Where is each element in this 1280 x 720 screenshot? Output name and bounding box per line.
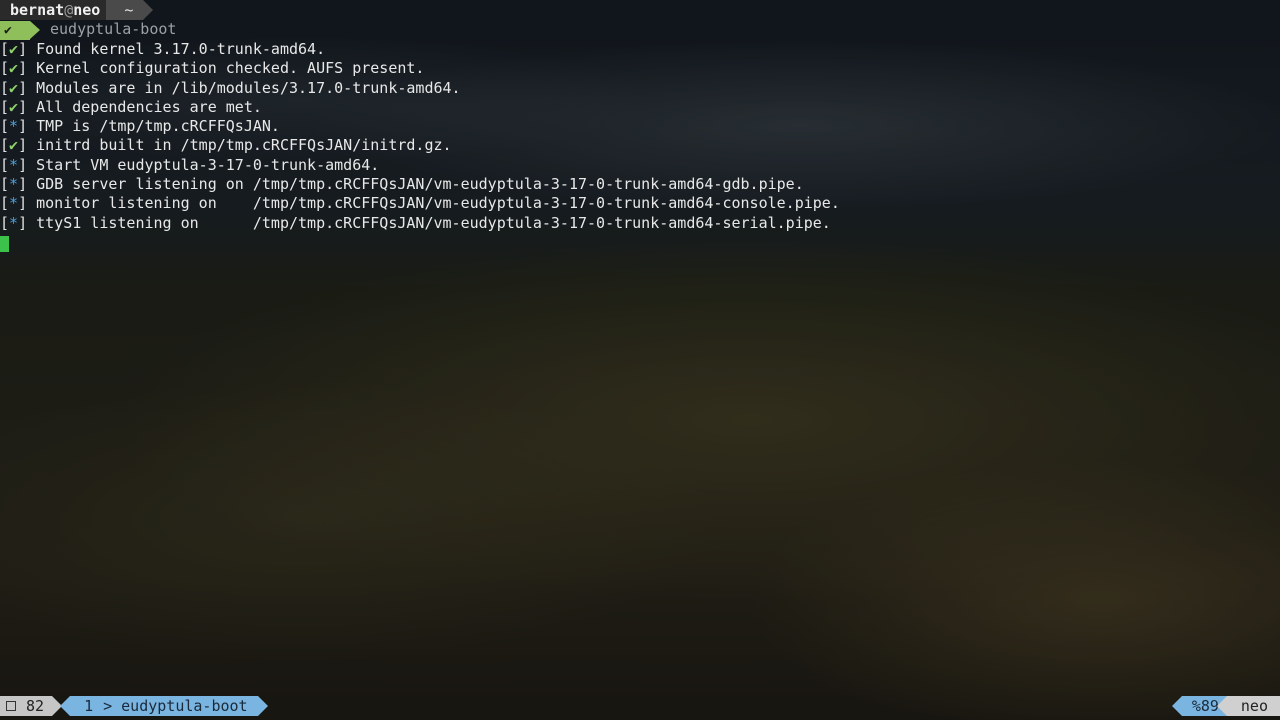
status-bracket-close: ] [18,97,37,116]
status-bracket-open: [ [0,175,10,194]
output-text: Found kernel 3.17.0-trunk-amd64. [36,40,326,58]
status-bracket-close: ] [18,136,37,155]
status-right: %89 neo [1171,696,1280,716]
info-asterisk-icon: * [9,194,19,213]
info-asterisk-icon: * [9,213,19,232]
output-line: [*] ttyS1 listening on /tmp/tmp.cRCFFQsJ… [0,214,840,233]
output-text: TMP is /tmp/tmp.cRCFFQsJAN. [36,117,280,136]
command-output: [✔] Found kernel 3.17.0-trunk-amd64.[✔] … [0,40,840,233]
pane-count-value: 82 [26,697,45,715]
output-text: Kernel configuration checked. AUFS prese… [36,59,425,78]
output-line: [*] GDB server listening on /tmp/tmp.cRC… [0,175,840,194]
terminal-cursor [0,236,9,252]
output-line: [✔] Found kernel 3.17.0-trunk-amd64. [0,40,840,59]
status-pane-count: 82 [0,696,63,716]
command-line: ✔ eudyptula-boot [0,20,176,40]
status-bracket-close: ] [18,40,37,58]
typed-command: eudyptula-boot [50,20,177,39]
output-line: [✔] All dependencies are met. [0,98,840,117]
prompt-directory: ~ [106,0,154,20]
info-asterisk-icon: * [9,175,19,194]
info-asterisk-icon: * [9,117,19,136]
status-bracket-open: [ [0,97,10,116]
info-asterisk-icon: * [9,155,19,174]
output-text: Start VM eudyptula-3-17-0-trunk-amd64. [36,155,380,174]
window-name: > eudyptula-boot [103,697,248,715]
tmux-status-bar: 82 1 > eudyptula-boot %89 neo [0,696,1280,716]
output-line: [*] Start VM eudyptula-3-17-0-trunk-amd6… [0,156,840,175]
output-line: [*] TMP is /tmp/tmp.cRCFFQsJAN. [0,117,840,136]
output-line: [*] monitor listening on /tmp/tmp.cRCFFQ… [0,194,840,213]
status-bracket-open: [ [0,136,10,155]
status-bracket-open: [ [0,78,10,97]
output-line: [✔] initrd built in /tmp/tmp.cRCFFQsJAN/… [0,136,840,155]
prompt-at: @ [64,1,74,19]
check-icon: ✔ [9,59,19,78]
output-line: [✔] Modules are in /lib/modules/3.17.0-t… [0,79,840,98]
output-text: GDB server listening on /tmp/tmp.cRCFFQs… [36,175,804,194]
status-bracket-close: ] [18,59,37,78]
status-bracket-open: [ [0,117,10,136]
prompt-user: bernat [10,1,65,19]
prompt-host: neo [73,1,101,19]
output-text: initrd built in /tmp/tmp.cRCFFQsJAN/init… [36,136,452,155]
output-text: ttyS1 listening on /tmp/tmp.cRCFFQsJAN/v… [36,213,831,232]
status-bracket-open: [ [0,213,10,232]
status-window-tab[interactable]: 1 > eudyptula-boot [60,696,268,716]
status-bracket-close: ] [18,175,37,194]
check-icon: ✔ [9,136,19,155]
status-bracket-open: [ [0,194,10,213]
check-icon: ✔ [9,40,19,58]
prompt-line: bernat@neo ~ [0,0,154,20]
status-bracket-close: ] [18,117,37,136]
pane-icon [6,701,16,711]
status-bracket-open: [ [0,155,10,174]
window-index: 1 [84,697,94,715]
status-bracket-open: [ [0,59,10,78]
output-text: Modules are in /lib/modules/3.17.0-trunk… [36,78,461,97]
status-bracket-close: ] [18,155,37,174]
prompt-status-ok-icon: ✔ [0,20,40,40]
output-line: [✔] Kernel configuration checked. AUFS p… [0,59,840,78]
status-bracket-close: ] [18,78,37,97]
status-bracket-close: ] [18,194,37,213]
prompt-user-host: bernat@neo [0,0,117,20]
output-text: All dependencies are met. [36,97,262,116]
status-hostname: neo [1216,696,1280,716]
check-icon: ✔ [9,78,19,97]
status-bracket-close: ] [18,213,37,232]
terminal-window[interactable]: bernat@neo ~ ✔ eudyptula-boot [✔] Found … [0,0,1280,720]
check-icon: ✔ [9,97,19,116]
status-bracket-open: [ [0,40,10,58]
output-text: monitor listening on /tmp/tmp.cRCFFQsJAN… [36,194,840,213]
